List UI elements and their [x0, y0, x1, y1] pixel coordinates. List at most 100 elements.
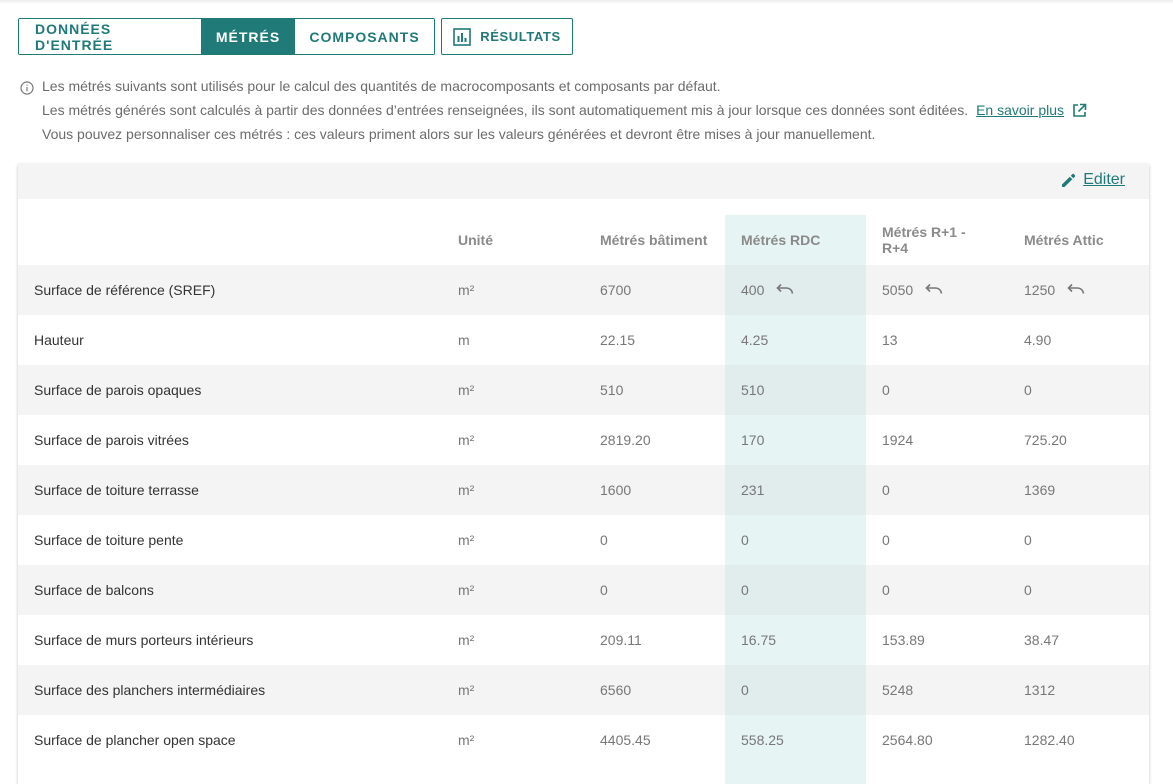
cell-r14-value: 0	[882, 582, 890, 598]
cell-attic-value: 0	[1024, 582, 1032, 598]
cell-batiment: 4405.45	[600, 715, 651, 765]
cell-unit-value: m²	[458, 732, 475, 748]
cell-label: Hauteur	[34, 315, 84, 365]
cell-rdc: 558.25	[725, 715, 866, 765]
table-header-row: Unité Métrés bâtiment Métrés RDC Métrés …	[18, 215, 1149, 265]
results-button-label: RÉSULTATS	[480, 29, 561, 44]
cell-batiment-value: 4405.45	[600, 732, 651, 748]
table-row: Surface de murs porteurs intérieurs m² 209…	[18, 615, 1149, 665]
cell-r14: 153.89	[882, 615, 925, 665]
cell-rdc-value: 4.25	[741, 332, 769, 348]
cell-unit: m²	[458, 565, 474, 615]
info-icon	[20, 81, 34, 95]
cell-attic: 0	[1024, 565, 1032, 615]
cell-attic: 0	[1024, 515, 1032, 565]
cell-batiment: 209.11	[600, 615, 642, 665]
cell-unit: m	[458, 315, 470, 365]
cell-rdc-value: 0	[741, 682, 749, 698]
cell-r14: 5248	[882, 665, 913, 715]
cell-r14: 1924	[882, 415, 913, 465]
cell-r14-value: 0	[882, 532, 890, 548]
cell-rdc: 4.25	[725, 315, 866, 365]
cell-batiment: 6700	[600, 265, 631, 315]
cell-rdc: 510	[725, 365, 866, 415]
cell-rdc: 16.75	[725, 615, 866, 665]
bar-chart-icon	[453, 27, 472, 46]
cell-rdc: 170	[725, 415, 866, 465]
results-button[interactable]: RÉSULTATS	[441, 18, 573, 55]
cell-attic-value: 0	[1024, 382, 1032, 398]
cell-r14: 0	[882, 365, 890, 415]
cell-label-value: Surface de référence (SREF)	[34, 282, 216, 298]
table-row: Surface de balcons m² 0 0 0 0	[18, 565, 1149, 615]
cell-attic: 1282.40	[1024, 715, 1075, 765]
cell-r14: 13	[882, 315, 898, 365]
cell-label: Surface de murs porteurs intérieurs	[34, 615, 253, 665]
cell-rdc: 0	[725, 515, 866, 565]
tab-donnees-entree[interactable]: DONNÉES D'ENTRÉE	[19, 19, 201, 54]
cell-rdc-value: 0	[741, 532, 749, 548]
table-row: Surface de parois opaques m² 510 510 0 0	[18, 365, 1149, 415]
cell-label: Surface de toiture terrasse	[34, 465, 199, 515]
cell-batiment: 2819.20	[600, 415, 651, 465]
cell-label-value: Surface de parois opaques	[34, 382, 202, 398]
cell-r14-value: 0	[882, 382, 890, 398]
cell-unit-value: m	[458, 332, 470, 348]
cell-label-value: Surface de parois vitrées	[34, 432, 189, 448]
cell-r14: 0	[882, 515, 890, 565]
cell-unit: m²	[458, 665, 474, 715]
tab-composants[interactable]: COMPOSANTS	[294, 19, 434, 54]
cell-batiment: 6560	[600, 665, 631, 715]
cell-unit-value: m²	[458, 532, 475, 548]
info-line-2-text: Les métrés générés sont calculés à parti…	[42, 102, 969, 118]
edit-link-label: Editer	[1083, 171, 1125, 188]
cell-rdc-value: 170	[741, 432, 765, 448]
cell-batiment: 510	[600, 365, 623, 415]
edit-link[interactable]: Editer	[1060, 171, 1125, 189]
cell-rdc-value: 558.25	[741, 732, 784, 748]
cell-batiment: 22.15	[600, 315, 635, 365]
cell-rdc-value: 0	[741, 582, 749, 598]
cell-unit-value: m²	[458, 582, 475, 598]
cell-r14-value: 5248	[882, 682, 914, 698]
tab-bar: DONNÉES D'ENTRÉE MÉTRÉS COMPOSANTS	[18, 18, 435, 55]
cell-attic-value: 725.20	[1024, 432, 1067, 448]
cell-unit-value: m²	[458, 432, 475, 448]
cell-rdc-value: 400	[741, 282, 765, 298]
cell-attic-value: 4.90	[1024, 332, 1052, 348]
cell-rdc: 400	[725, 265, 866, 315]
cell-batiment-value: 22.15	[600, 332, 636, 348]
cell-r14: 2564.80	[882, 715, 933, 765]
cell-r14: 0	[882, 465, 890, 515]
cell-batiment: 0	[600, 515, 608, 565]
cell-unit: m²	[458, 615, 474, 665]
info-line-1: Les métrés suivants sont utilisés pour l…	[42, 78, 721, 94]
cell-label-value: Surface des planchers intermédiaires	[34, 682, 266, 698]
cell-unit: m²	[458, 415, 474, 465]
top-shadow	[0, 0, 1173, 4]
cell-batiment-value: 510	[600, 382, 624, 398]
undo-icon[interactable]	[925, 282, 943, 298]
info-line-2: Les métrés générés sont calculés à parti…	[42, 102, 1087, 118]
cell-label-value: Surface de toiture terrasse	[34, 482, 199, 498]
table-row: Surface de parois vitrées m² 2819.20 170 192…	[18, 415, 1149, 465]
cell-r14-value: 0	[882, 482, 890, 498]
undo-icon[interactable]	[776, 282, 794, 298]
cell-unit-value: m²	[458, 632, 475, 648]
cell-label: Surface de balcons	[34, 565, 154, 615]
cell-attic: 4.90	[1024, 315, 1051, 365]
cell-batiment-value: 6560	[600, 682, 632, 698]
cell-label-value: Surface de balcons	[34, 582, 154, 598]
cell-unit-value: m²	[458, 482, 475, 498]
cell-attic-value: 1282.40	[1024, 732, 1075, 748]
cell-batiment: 0	[600, 565, 608, 615]
external-link-icon[interactable]	[1072, 103, 1087, 118]
cell-rdc-value: 231	[741, 482, 765, 498]
tab-metres[interactable]: MÉTRÉS	[201, 19, 294, 54]
cell-label-value: Surface de toiture pente	[34, 532, 184, 548]
learn-more-link[interactable]: En savoir plus	[976, 102, 1064, 118]
cell-label-value: Hauteur	[34, 332, 84, 348]
cell-rdc-value: 510	[741, 382, 765, 398]
undo-icon[interactable]	[1067, 282, 1085, 298]
cell-batiment: 1600	[600, 465, 631, 515]
